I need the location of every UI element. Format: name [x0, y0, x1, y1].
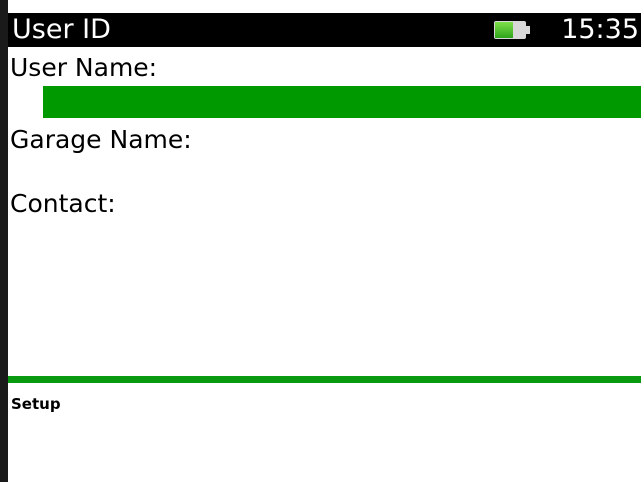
battery-icon [494, 21, 532, 39]
garage-name-label[interactable]: Garage Name: [10, 125, 192, 155]
title-bar: User ID 15:35 [8, 13, 641, 47]
battery-level-fill [495, 22, 513, 38]
user-name-field[interactable] [43, 86, 641, 118]
screen-frame-edge [0, 0, 8, 482]
softkey-divider [8, 376, 641, 383]
contact-label[interactable]: Contact: [10, 189, 116, 219]
device-screen: User ID 15:35 User Name: Garage Name: Co… [0, 0, 641, 482]
setup-softkey[interactable]: Setup [11, 394, 61, 414]
battery-body [494, 21, 526, 39]
user-name-label: User Name: [10, 53, 158, 82]
page-title: User ID [12, 14, 111, 45]
battery-tip [526, 26, 530, 34]
clock-time: 15:35 [561, 14, 639, 45]
